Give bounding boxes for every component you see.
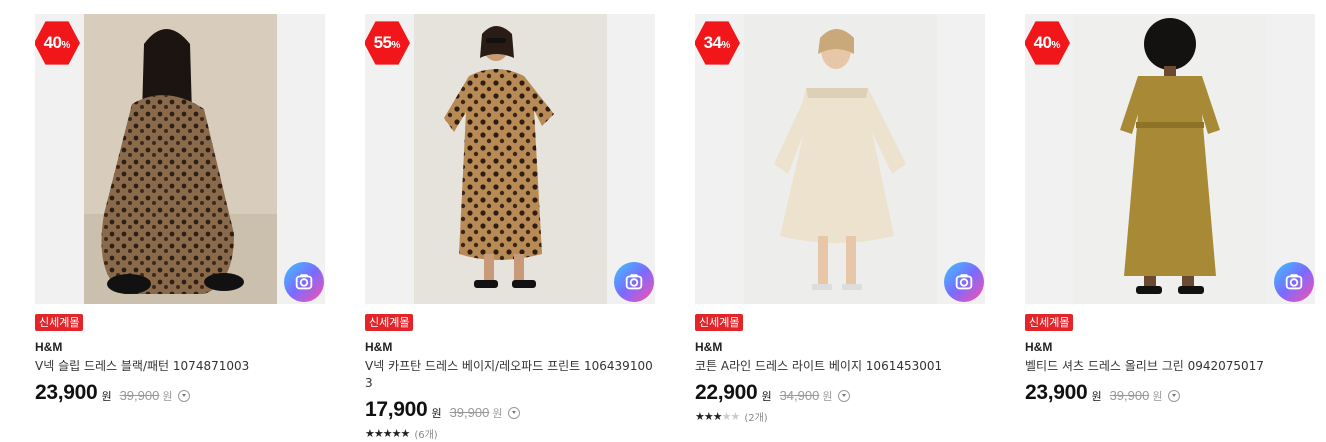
original-price-unit: 원	[822, 389, 833, 403]
sale-price: 17,900	[365, 398, 428, 421]
product-title[interactable]: V넥 카프탄 드레스 베이지/레오파드 프린트 1064391003	[365, 358, 655, 392]
camera-lens-icon[interactable]	[1274, 262, 1314, 302]
rating-row[interactable]: ★★★★★ (6개)	[365, 426, 655, 441]
chevron-down-circle-icon[interactable]	[508, 406, 521, 419]
chevron-down-circle-icon[interactable]	[1168, 389, 1181, 402]
brand-name[interactable]: H&M	[365, 339, 655, 355]
star-icon: ★★★★★	[695, 410, 740, 423]
original-price-unit: 원	[162, 389, 173, 403]
discount-badge: 40%	[35, 21, 80, 65]
store-badge: 신세계몰	[695, 314, 744, 331]
store-badge: 신세계몰	[35, 314, 84, 331]
product-thumbnail[interactable]: 34%	[695, 14, 985, 304]
product-title[interactable]: 코튼 A라인 드레스 라이트 베이지 1061453001	[695, 358, 985, 375]
review-count: (6개)	[414, 430, 438, 441]
original-price: 39,900	[1109, 387, 1150, 403]
brand-name[interactable]: H&M	[695, 339, 985, 355]
camera-lens-icon[interactable]	[614, 262, 654, 302]
price-row: 17,900 원 39,900 원	[365, 396, 655, 424]
original-price: 34,900	[779, 387, 820, 403]
original-price: 39,900	[449, 404, 490, 420]
price-row: 23,900 원 39,900 원	[1025, 379, 1315, 407]
price-unit: 원	[761, 390, 772, 403]
camera-lens-icon[interactable]	[284, 262, 324, 302]
product-title[interactable]: V넥 슬립 드레스 블랙/패턴 1074871003	[35, 358, 325, 375]
sale-price: 23,900	[35, 381, 98, 404]
price-row: 23,900 원 39,900 원	[35, 379, 325, 407]
discount-badge: 55%	[365, 21, 410, 65]
product-photo[interactable]	[84, 14, 277, 304]
original-price-unit: 원	[1152, 389, 1163, 403]
product-thumbnail[interactable]: 40%	[1025, 14, 1315, 304]
chevron-down-circle-icon[interactable]	[838, 389, 851, 402]
product-title[interactable]: 벨티드 셔츠 드레스 올리브 그린 0942075017	[1025, 358, 1315, 375]
store-badge: 신세계몰	[365, 314, 414, 331]
star-icon: ★★★★★	[365, 427, 410, 440]
price-unit: 원	[1091, 390, 1102, 403]
store-badge: 신세계몰	[1025, 314, 1074, 331]
brand-name[interactable]: H&M	[1025, 339, 1315, 355]
chevron-down-circle-icon[interactable]	[178, 389, 191, 402]
sale-price: 22,900	[695, 381, 758, 404]
price-unit: 원	[431, 407, 442, 420]
product-photo[interactable]	[744, 14, 937, 304]
discount-badge: 34%	[695, 21, 740, 65]
sale-price: 23,900	[1025, 381, 1088, 404]
original-price-unit: 원	[492, 406, 503, 420]
product-photo[interactable]	[414, 14, 607, 304]
price-unit: 원	[101, 390, 112, 403]
camera-lens-icon[interactable]	[944, 262, 984, 302]
product-card[interactable]: 40% 신세계몰 H&M V넥 슬립 드레스 블랙/패턴 1074871003 …	[35, 14, 325, 407]
product-card[interactable]: 34% 신세계몰 H&M 코튼 A라인 드레스 라이트 베이지 10614530…	[695, 14, 985, 424]
price-row: 22,900 원 34,900 원	[695, 379, 985, 407]
brand-name[interactable]: H&M	[35, 339, 325, 355]
product-thumbnail[interactable]: 40%	[35, 14, 325, 304]
review-count: (2개)	[744, 413, 768, 424]
product-card[interactable]: 40% 신세계몰 H&M 벨티드 셔츠 드레스 올리브 그린 094207501…	[1025, 14, 1315, 407]
product-photo[interactable]	[1074, 14, 1267, 304]
original-price: 39,900	[119, 387, 160, 403]
product-card[interactable]: 55% 신세계몰 H&M V넥 카프탄 드레스 베이지/레오파드 프린트 106…	[365, 14, 655, 441]
discount-badge: 40%	[1025, 21, 1070, 65]
rating-row[interactable]: ★★★★★ (2개)	[695, 409, 985, 424]
product-thumbnail[interactable]: 55%	[365, 14, 655, 304]
